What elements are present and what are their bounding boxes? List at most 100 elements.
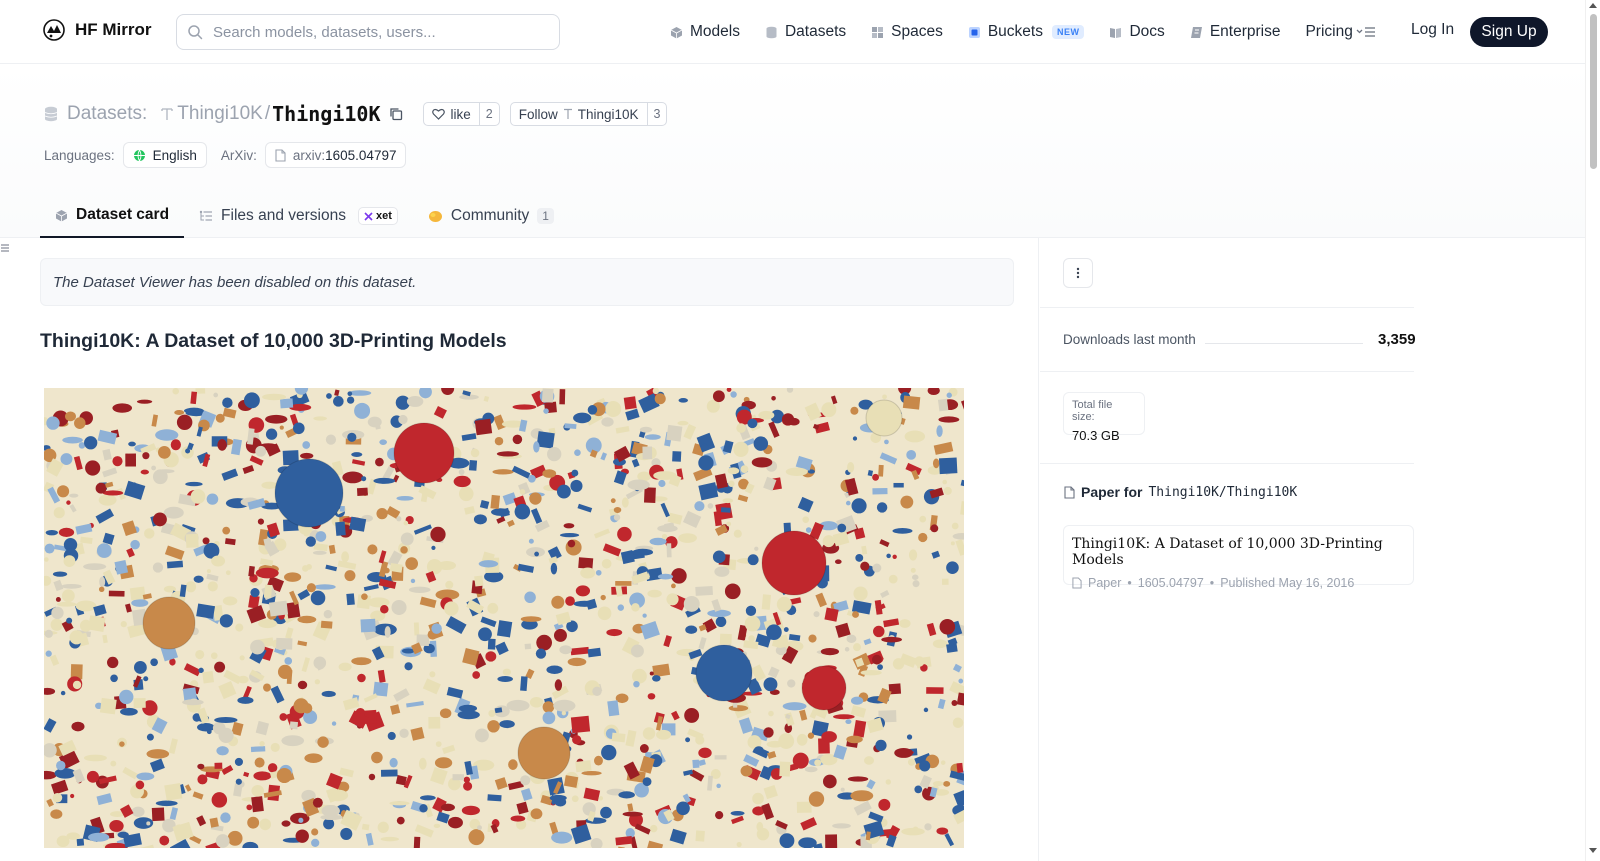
mosaic-shape xyxy=(567,657,587,667)
mosaic-shape xyxy=(445,615,467,635)
paper-repo: Thingi10K/Thingi10K xyxy=(1148,484,1298,500)
mosaic-shape xyxy=(354,402,371,419)
mosaic-shape xyxy=(259,818,272,831)
document-icon xyxy=(275,148,286,162)
mosaic-shape xyxy=(930,524,939,533)
tab-community[interactable]: Community 1 xyxy=(413,194,569,238)
language-tag[interactable]: English xyxy=(122,142,207,168)
mosaic-shape xyxy=(211,555,226,567)
mosaic-shape xyxy=(853,800,872,816)
tab-files-and-versions[interactable]: Files and versions xet xyxy=(184,194,413,238)
mosaic-shape xyxy=(833,714,855,720)
mosaic-shape xyxy=(779,761,791,777)
mosaic-shape xyxy=(246,804,253,811)
nav-models[interactable]: Models xyxy=(670,23,740,41)
mosaic-shape xyxy=(44,718,57,733)
arxiv-tag[interactable]: arxiv:1605.04797 xyxy=(264,142,407,168)
mosaic-shape xyxy=(547,446,562,462)
mosaic-shape xyxy=(660,502,670,518)
mosaic-shape xyxy=(267,763,278,773)
scroll-thumb[interactable] xyxy=(1590,14,1597,169)
copy-icon[interactable] xyxy=(389,107,403,121)
page-scrollbar[interactable] xyxy=(1585,0,1600,861)
mosaic-shape xyxy=(50,618,63,631)
toc-toggle-icon[interactable] xyxy=(0,243,10,253)
kebab-icon xyxy=(1076,267,1080,279)
mosaic-shape xyxy=(943,486,952,495)
like-button[interactable]: like 2 xyxy=(423,102,500,126)
mosaic-shape xyxy=(218,680,237,700)
mosaic-shape xyxy=(593,528,610,539)
nav-pricing[interactable]: Pricing xyxy=(1305,23,1352,41)
tab-dataset-card[interactable]: Dataset card xyxy=(40,194,185,238)
mosaic-shape xyxy=(551,595,565,609)
mosaic-shape xyxy=(221,468,239,481)
mosaic-shape xyxy=(712,390,725,403)
mosaic-shape xyxy=(363,693,378,703)
mosaic-shape xyxy=(573,412,592,424)
mosaic-shape xyxy=(391,599,407,616)
mosaic-shape xyxy=(146,749,170,759)
mosaic-shape xyxy=(932,458,940,469)
mosaic-shape xyxy=(796,801,812,813)
search-box[interactable] xyxy=(176,14,560,50)
mosaic-shape xyxy=(488,709,496,718)
paper-card[interactable]: Thingi10K: A Dataset of 10,000 3D-Printi… xyxy=(1063,525,1414,590)
mosaic-shape xyxy=(170,439,181,451)
sidebar-divider xyxy=(1040,371,1414,372)
nav-buckets[interactable]: Buckets NEW xyxy=(968,23,1085,41)
signup-button[interactable]: Sign Up xyxy=(1470,17,1548,47)
mosaic-shape xyxy=(923,707,929,713)
sidebar-divider xyxy=(1040,463,1414,464)
mosaic-shape xyxy=(468,460,478,471)
mosaic-shape xyxy=(753,746,764,754)
mosaic-shape xyxy=(625,729,637,747)
mosaic-shape xyxy=(852,436,858,441)
options-button[interactable] xyxy=(1063,258,1093,288)
nav-docs[interactable]: Docs xyxy=(1109,23,1165,41)
mosaic-shape xyxy=(768,710,774,717)
mosaic-shape xyxy=(653,471,677,480)
mosaic-shape xyxy=(541,388,554,403)
mosaic-shape xyxy=(235,623,244,632)
mosaic-shape xyxy=(222,397,233,408)
more-menu-icon[interactable] xyxy=(1356,24,1376,40)
scroll-down-arrow-icon[interactable] xyxy=(1589,848,1597,853)
mosaic-shape xyxy=(914,785,923,794)
mosaic-shape xyxy=(512,434,523,445)
repo-name[interactable]: Thingi10K xyxy=(272,102,380,126)
nav-datasets[interactable]: Datasets xyxy=(765,23,846,41)
mosaic-shape xyxy=(784,712,795,727)
nav-enterprise[interactable]: Enterprise xyxy=(1190,23,1280,41)
mosaic-shape xyxy=(512,404,537,410)
mosaic-shape xyxy=(520,676,528,692)
mosaic-shape xyxy=(102,467,118,478)
follow-button[interactable]: Follow Thingi10K 3 xyxy=(509,102,668,126)
mosaic-shape xyxy=(744,615,761,632)
mosaic-shape xyxy=(49,654,60,667)
breadcrumb-datasets[interactable]: Datasets: xyxy=(67,103,147,125)
mosaic-shape xyxy=(530,808,543,820)
mosaic-shape xyxy=(707,775,713,791)
mosaic-shape xyxy=(583,787,601,802)
mosaic-shape xyxy=(892,527,913,534)
mosaic-shape xyxy=(75,600,97,612)
mosaic-shape xyxy=(914,656,925,667)
top-navbar: HF Mirror Models Datasets Spaces Buckets… xyxy=(0,0,1585,64)
login-link[interactable]: Log In xyxy=(1411,21,1454,39)
paper-published: Published May 16, 2016 xyxy=(1220,576,1355,590)
mosaic-shape xyxy=(642,777,652,787)
scroll-up-arrow-icon[interactable] xyxy=(1589,3,1597,8)
mosaic-shape xyxy=(750,664,767,682)
mosaic-shape xyxy=(378,550,387,564)
breadcrumb-org[interactable]: Thingi10K xyxy=(177,103,263,125)
language-value: English xyxy=(152,147,197,163)
dataset-hero-image xyxy=(44,388,964,848)
mosaic-shape xyxy=(894,747,913,758)
mosaic-shape xyxy=(286,669,293,685)
search-input[interactable] xyxy=(213,23,543,41)
nav-spaces[interactable]: Spaces xyxy=(871,23,943,41)
mosaic-shape xyxy=(872,487,888,495)
mosaic-shape xyxy=(527,474,536,483)
brand-link[interactable]: HF Mirror xyxy=(42,18,152,42)
